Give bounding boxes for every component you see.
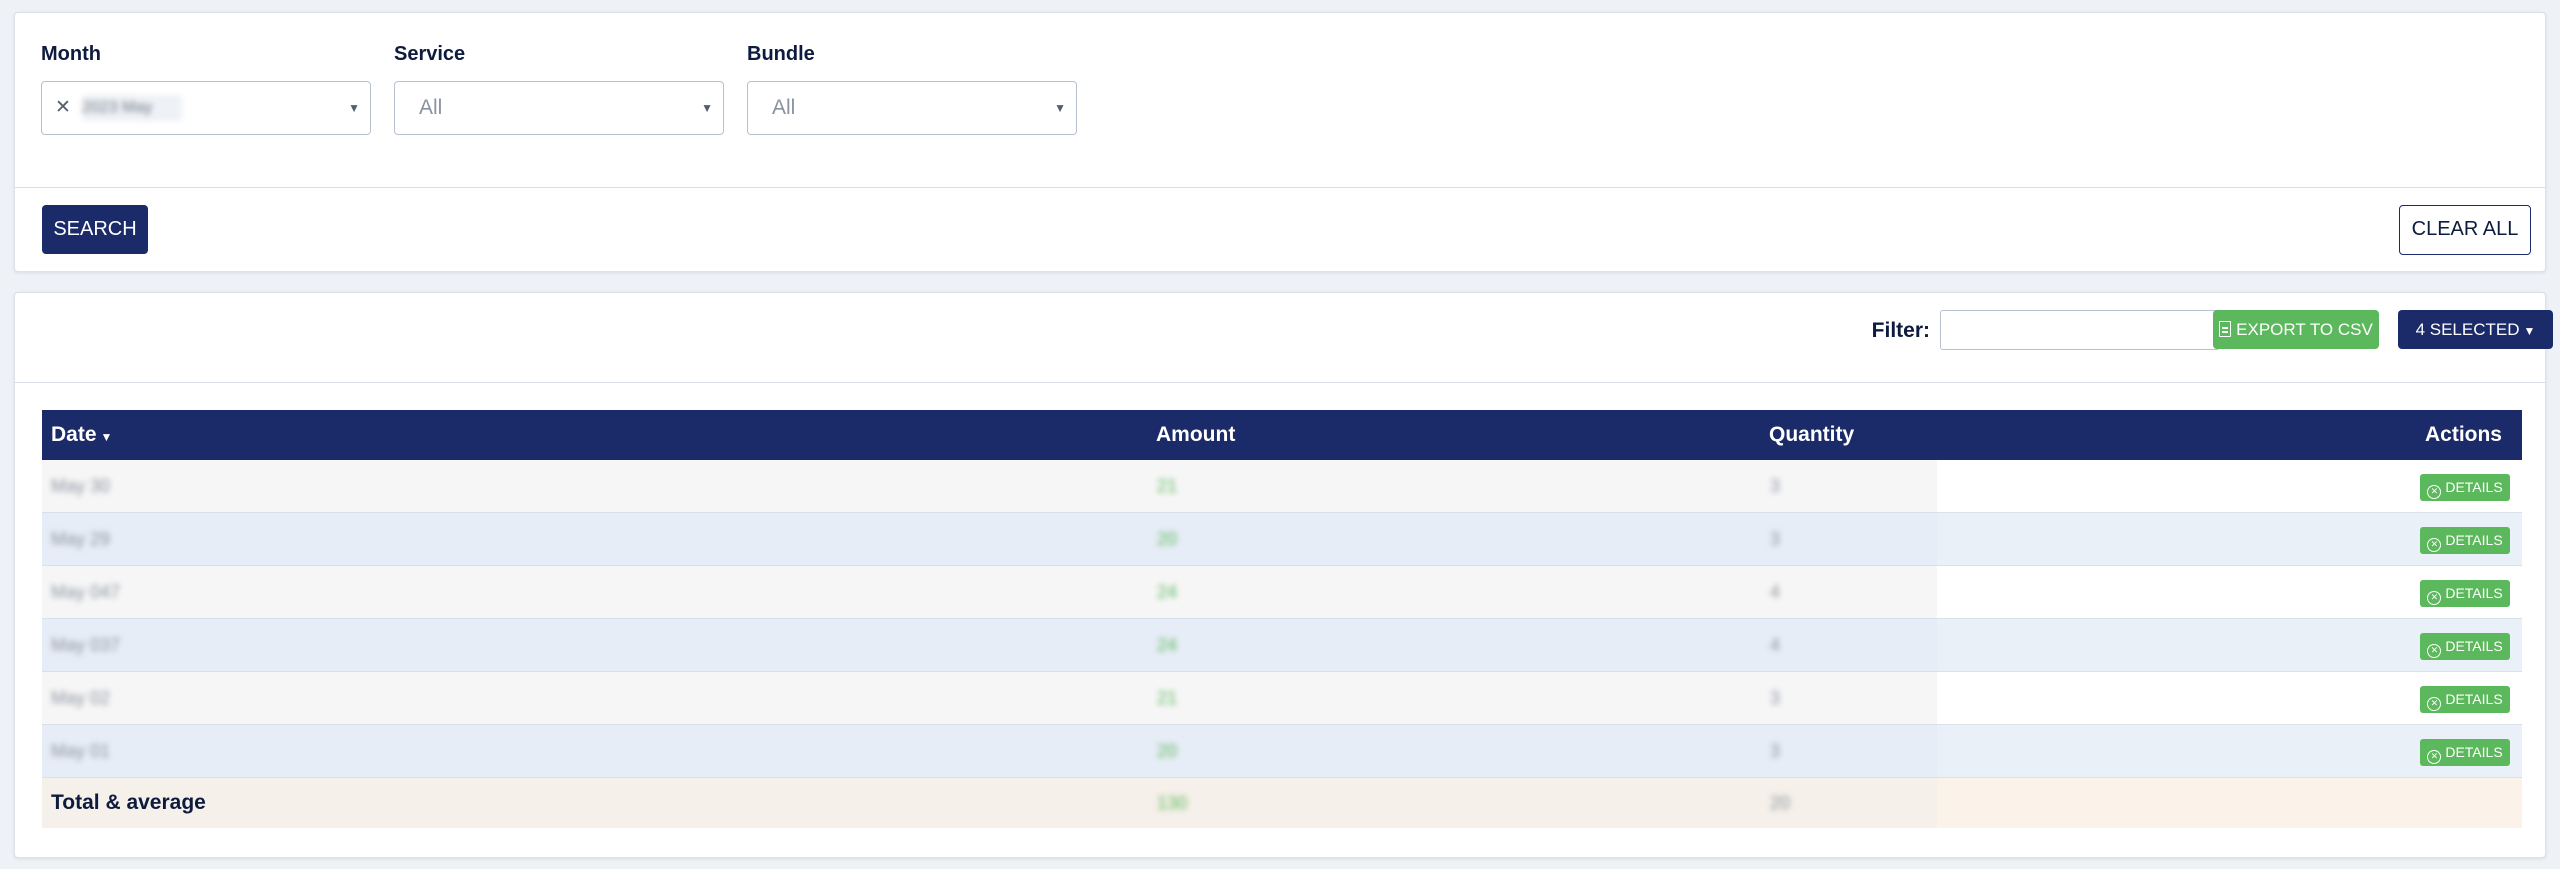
table-row: May 01 20 3 ✕ DETAILS [42, 725, 2522, 778]
total-label: Total & average [51, 791, 206, 814]
details-label: DETAILS [2445, 532, 2503, 548]
service-label: Service [394, 43, 466, 65]
chevron-down-icon: ▼ [348, 101, 360, 115]
divider [15, 187, 2545, 188]
sort-desc-icon: ▼ [100, 430, 113, 444]
search-button[interactable]: SEARCH [42, 205, 148, 254]
details-label: DETAILS [2445, 691, 2503, 707]
row-shade [42, 566, 1937, 618]
quantity-cell: 3 [1770, 741, 1781, 761]
actions-column-header: Actions [2424, 423, 2502, 446]
filter-label: Filter: [1871, 319, 1930, 342]
amount-column-header[interactable]: Amount [1156, 410, 1235, 460]
export-csv-button[interactable]: EXPORT TO CSV [2213, 310, 2379, 349]
filter-input[interactable] [1940, 310, 2220, 350]
table-row: May 047 24 4 ✕ DETAILS [42, 566, 2522, 619]
quantity-column-header[interactable]: Quantity [1769, 410, 1854, 460]
month-select[interactable]: ✕ 2023 May ▼ [41, 81, 371, 135]
row-shade [42, 672, 1937, 724]
details-label: DETAILS [2445, 479, 2503, 495]
file-icon [2219, 321, 2232, 337]
amount-cell: 24 [1157, 582, 1178, 602]
caret-down-icon: ▼ [2523, 324, 2536, 338]
amount-cell: 20 [1157, 529, 1178, 549]
details-button[interactable]: ✕ DETAILS [2420, 527, 2510, 554]
month-field: Month ✕ 2023 May ▼ [41, 41, 371, 135]
row-shade [42, 460, 1937, 512]
circle-x-icon: ✕ [2427, 750, 2442, 764]
date-cell: May 29 [51, 529, 111, 549]
table-body: May 30 21 3 ✕ DETAILS May 29 20 3 ✕ DETAILS May 04… [42, 460, 2522, 778]
quantity-cell: 3 [1770, 529, 1781, 549]
service-value: All [419, 96, 443, 119]
selected-label: 4 SELECTED [2415, 320, 2520, 339]
date-header-label: Date [51, 423, 97, 446]
columns-selected-dropdown[interactable]: 4 SELECTED ▼ [2398, 310, 2553, 349]
bundle-field: Bundle All ▼ [747, 41, 1077, 135]
quantity-cell: 3 [1770, 476, 1781, 496]
chevron-down-icon: ▼ [1054, 101, 1066, 115]
total-row: Total & average 130 20 [42, 778, 2522, 828]
row-shade [42, 725, 1937, 777]
total-quantity: 20 [1770, 793, 1791, 813]
details-button[interactable]: ✕ DETAILS [2420, 739, 2510, 766]
quantity-cell: 4 [1770, 582, 1781, 602]
details-button[interactable]: ✕ DETAILS [2420, 686, 2510, 713]
bundle-label: Bundle [747, 43, 815, 65]
results-toolbar: Filter: EXPORT TO CSV 4 SELECTED ▼ [15, 293, 2553, 382]
results-panel: Filter: EXPORT TO CSV 4 SELECTED ▼ Date ▼ … [14, 292, 2553, 858]
date-cell: May 01 [51, 741, 111, 761]
bundle-value: All [772, 96, 796, 119]
details-label: DETAILS [2445, 585, 2503, 601]
circle-x-icon: ✕ [2427, 644, 2442, 658]
export-label: EXPORT TO CSV [2236, 320, 2373, 339]
chevron-down-icon: ▼ [701, 101, 713, 115]
date-cell: May 047 [51, 582, 121, 602]
details-label: DETAILS [2445, 638, 2503, 654]
service-select[interactable]: All ▼ [394, 81, 724, 135]
table-row: May 02 21 3 ✕ DETAILS [42, 672, 2522, 725]
date-cell: May 037 [51, 635, 121, 655]
row-shade [42, 619, 1937, 671]
details-button[interactable]: ✕ DETAILS [2420, 474, 2510, 501]
bundle-select[interactable]: All ▼ [747, 81, 1077, 135]
details-button[interactable]: ✕ DETAILS [2420, 633, 2510, 660]
month-label: Month [41, 43, 101, 65]
clear-month-icon[interactable]: ✕ [55, 82, 71, 134]
circle-x-icon: ✕ [2427, 538, 2442, 552]
date-cell: May 02 [51, 688, 111, 708]
divider [15, 382, 2545, 383]
amount-cell: 20 [1157, 741, 1178, 761]
circle-x-icon: ✕ [2427, 591, 2442, 605]
table-row: May 037 24 4 ✕ DETAILS [42, 619, 2522, 672]
search-panel: Month ✕ 2023 May ▼ Service All ▼ Bundle … [14, 12, 2546, 272]
table-header: Date ▼ Amount Quantity Actions [42, 410, 2522, 460]
date-column-header[interactable]: Date ▼ [51, 410, 112, 462]
results-table: Date ▼ Amount Quantity Actions May 30 21 3 ✕… [42, 410, 2522, 828]
month-value: 2023 May [82, 95, 182, 121]
details-button[interactable]: ✕ DETAILS [2420, 580, 2510, 607]
amount-cell: 21 [1157, 688, 1178, 708]
circle-x-icon: ✕ [2427, 485, 2442, 499]
date-cell: May 30 [51, 476, 111, 496]
total-amount: 130 [1157, 793, 1188, 813]
row-shade [42, 778, 1937, 828]
service-field: Service All ▼ [394, 41, 724, 135]
search-filters: Month ✕ 2023 May ▼ Service All ▼ Bundle … [15, 13, 2545, 187]
circle-x-icon: ✕ [2427, 697, 2442, 711]
quantity-cell: 3 [1770, 688, 1781, 708]
quantity-cell: 4 [1770, 635, 1781, 655]
clear-all-button[interactable]: CLEAR ALL [2399, 205, 2531, 255]
amount-cell: 21 [1157, 476, 1178, 496]
table-row: May 29 20 3 ✕ DETAILS [42, 513, 2522, 566]
amount-cell: 24 [1157, 635, 1178, 655]
table-row: May 30 21 3 ✕ DETAILS [42, 460, 2522, 513]
row-shade [42, 513, 1937, 565]
details-label: DETAILS [2445, 744, 2503, 760]
